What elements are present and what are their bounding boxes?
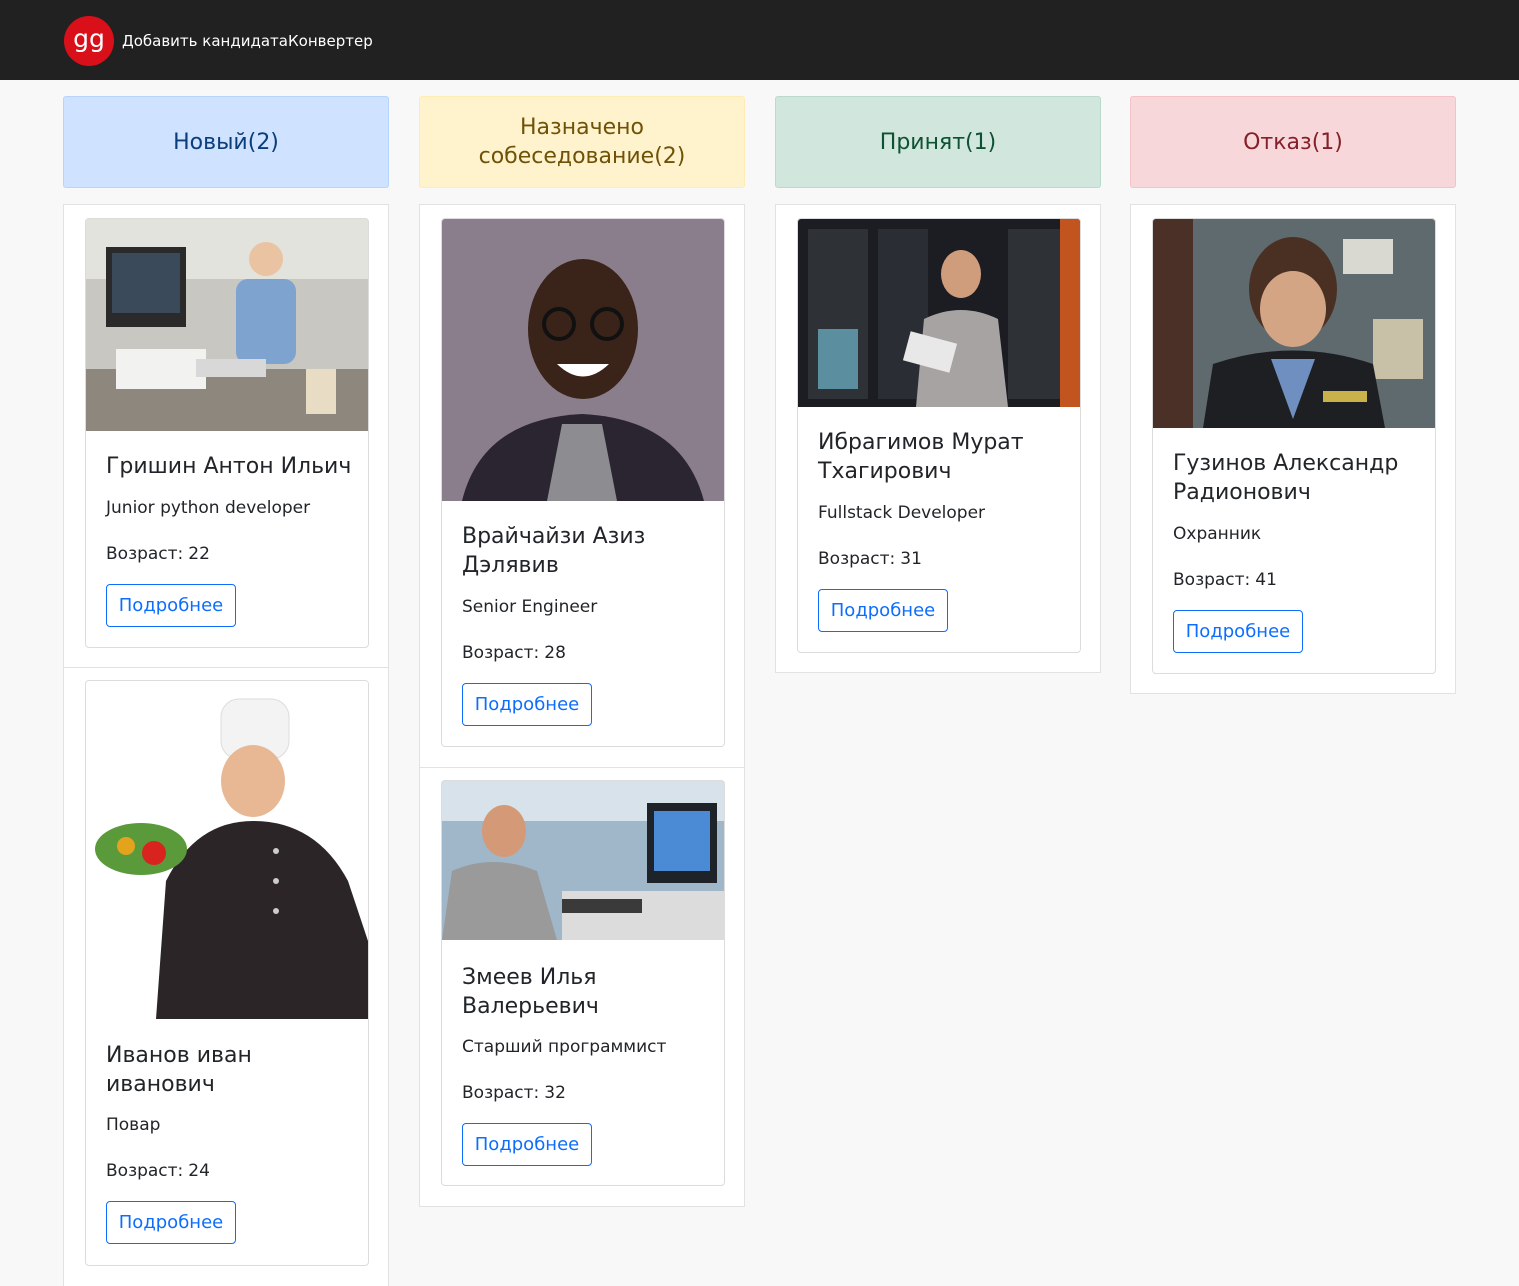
details-button[interactable]: Подробнее — [818, 589, 948, 632]
column-header-new: Новый(2) — [63, 96, 389, 188]
column-title: Отказ(1) — [1243, 129, 1343, 155]
column-header-rejected: Отказ(1) — [1130, 96, 1456, 188]
candidate-position: Senior Engineer — [462, 597, 598, 617]
candidate-name: Змеев Илья Валерьевич — [462, 965, 599, 1019]
candidate-slot: Гузинов Александр Радионович Охранник Во… — [1130, 204, 1456, 694]
candidate-position: Повар — [106, 1115, 161, 1135]
candidate-position: Fullstack Developer — [818, 503, 986, 523]
candidate-card: Гришин Антон Ильич Junior python develop… — [85, 218, 369, 648]
candidate-position: Junior python developer — [106, 498, 311, 518]
candidate-age: Возраст: 22 — [106, 543, 210, 565]
candidate-name: Врайчайзи Азиз Дэлявив — [462, 524, 646, 578]
age-label: Возраст: — [106, 544, 184, 564]
age-label: Возраст: — [462, 1083, 540, 1103]
age-label: Возраст: — [462, 643, 540, 663]
column-title: Назначено собеседование(2) — [478, 115, 686, 169]
brand-logo[interactable]: gg — [64, 16, 114, 66]
candidate-slot: Врайчайзи Азиз Дэлявив Senior Engineer В… — [419, 204, 745, 768]
candidate-age: Возраст: 31 — [818, 548, 922, 570]
candidate-slot: Ибрагимов Мурат Тхагирович Fullstack Dev… — [775, 204, 1101, 673]
candidate-card: Змеев Илья Валерьевич Старший программис… — [441, 780, 725, 1186]
candidate-photo — [86, 681, 368, 1019]
details-button[interactable]: Подробнее — [106, 1201, 236, 1244]
details-button[interactable]: Подробнее — [1173, 610, 1303, 653]
candidate-photo — [1153, 219, 1435, 428]
navbar: gg Добавить кандидата Конвертер — [0, 0, 1519, 80]
age-value: 32 — [544, 1083, 566, 1103]
candidate-age: Возраст: 41 — [1173, 569, 1277, 591]
candidate-card: Гузинов Александр Радионович Охранник Во… — [1152, 218, 1436, 674]
details-button[interactable]: Подробнее — [462, 683, 592, 726]
candidate-name: Ибрагимов Мурат Тхагирович — [818, 430, 1024, 484]
candidate-name: Гузинов Александр Радионович — [1173, 451, 1399, 505]
details-button[interactable]: Подробнее — [106, 584, 236, 627]
candidate-name: Иванов иван иванович — [106, 1043, 252, 1097]
candidate-age: Возраст: 28 — [462, 642, 566, 664]
candidate-photo — [798, 219, 1080, 407]
candidate-card: Ибрагимов Мурат Тхагирович Fullstack Dev… — [797, 218, 1081, 653]
candidate-slot: Змеев Илья Валерьевич Старший программис… — [419, 767, 745, 1207]
age-label: Возраст: — [1173, 570, 1251, 590]
candidate-position: Охранник — [1173, 524, 1262, 544]
candidate-age: Возраст: 32 — [462, 1082, 566, 1104]
candidate-age: Возраст: 24 — [106, 1160, 210, 1182]
candidate-photo — [442, 781, 724, 940]
column-title: Принят(1) — [879, 129, 997, 155]
candidate-photo — [442, 219, 724, 501]
age-value: 24 — [188, 1161, 210, 1181]
details-button[interactable]: Подробнее — [462, 1123, 592, 1166]
age-value: 22 — [188, 544, 210, 564]
age-value: 28 — [544, 643, 566, 663]
candidate-card: Врайчайзи Азиз Дэлявив Senior Engineer В… — [441, 218, 725, 747]
candidate-position: Старший программист — [462, 1037, 667, 1057]
age-value: 41 — [1255, 570, 1277, 590]
column-header-interview: Назначено собеседование(2) — [419, 96, 745, 188]
column-title: Новый(2) — [173, 129, 279, 155]
column-header-accepted: Принят(1) — [775, 96, 1101, 188]
candidate-slot: Иванов иван иванович Повар Возраст: 24 По… — [63, 667, 389, 1286]
nav-converter[interactable]: Конвертер — [288, 31, 373, 51]
candidate-slot: Гришин Антон Ильич Junior python develop… — [63, 204, 389, 668]
candidate-name: Гришин Антон Ильич — [106, 454, 352, 479]
age-label: Возраст: — [106, 1161, 184, 1181]
candidate-photo — [86, 219, 368, 431]
candidate-card: Иванов иван иванович Повар Возраст: 24 По… — [85, 680, 369, 1266]
age-label: Возраст: — [818, 549, 896, 569]
age-value: 31 — [900, 549, 922, 569]
nav-add-candidate[interactable]: Добавить кандидата — [122, 31, 288, 51]
